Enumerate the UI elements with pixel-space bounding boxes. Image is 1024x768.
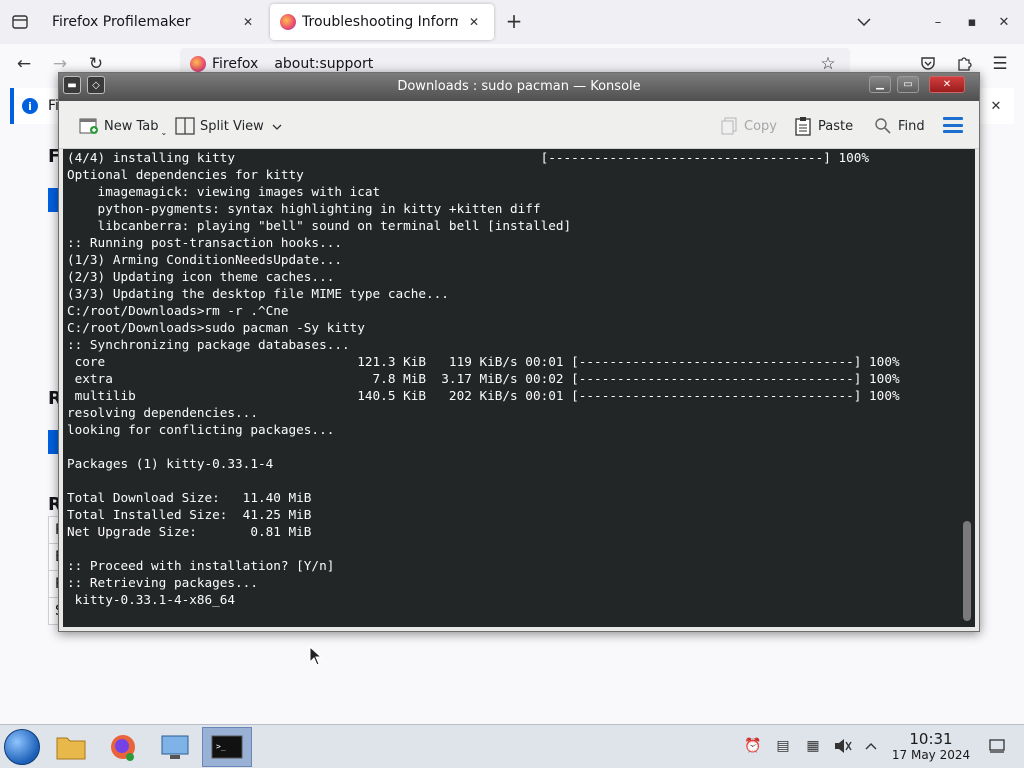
- firefox-taskbar-icon[interactable]: [98, 727, 148, 767]
- tab-profilemaker[interactable]: Firefox Profilemaker ✕: [42, 4, 268, 40]
- maximize-icon[interactable]: ▭: [897, 76, 919, 93]
- paste-button[interactable]: Paste: [793, 115, 853, 137]
- terminal-line: python-pygments: syntax highlighting in …: [67, 201, 541, 216]
- clock-date: 17 May 2024: [891, 748, 971, 762]
- maximize-icon[interactable]: ▪: [960, 10, 984, 34]
- new-tab-icon: [79, 117, 99, 135]
- terminal-line: kitty-0.33.1-4-x86_64: [67, 592, 236, 607]
- close-tab-icon[interactable]: ✕: [238, 12, 258, 32]
- terminal-line: Total Installed Size: 41.25 MiB: [67, 507, 312, 522]
- file-manager-icon[interactable]: [46, 727, 96, 767]
- list-all-tabs-icon[interactable]: [8, 10, 32, 34]
- terminal-line: (2/3) Updating icon theme caches...: [67, 269, 335, 284]
- terminal-line: :: Synchronizing package databases...: [67, 337, 350, 352]
- terminal-line: imagemagick: viewing images with icat: [67, 184, 381, 199]
- close-window-icon[interactable]: ✕: [929, 76, 965, 93]
- close-notification-icon[interactable]: ✕: [986, 96, 1006, 116]
- minimize-icon[interactable]: –: [926, 10, 950, 34]
- clipboard-tray-icon[interactable]: ▤: [774, 737, 792, 755]
- new-tab-label: New Tab: [104, 118, 159, 134]
- start-menu-button[interactable]: [4, 729, 40, 765]
- paste-label: Paste: [818, 118, 854, 134]
- tab-troubleshooting[interactable]: Troubleshooting Informat ✕: [270, 4, 494, 40]
- terminal-line: resolving dependencies...: [67, 405, 258, 420]
- back-arrow-icon[interactable]: ←: [12, 52, 36, 76]
- identity-label: Firefox: [212, 56, 259, 72]
- terminal-line: Net Upgrade Size: 0.81 MiB: [67, 524, 312, 539]
- document-tray-icon[interactable]: ▦: [804, 737, 822, 755]
- terminal-line: core 121.3 KiB 119 KiB/s 00:01 [--------…: [67, 354, 900, 369]
- hamburger-menu-icon[interactable]: [943, 117, 963, 133]
- terminal-line: (4/4) installing kitty [----------------…: [67, 150, 870, 165]
- app-menu-icon[interactable]: ☰: [988, 52, 1012, 76]
- terminal-view[interactable]: (4/4) installing kitty [----------------…: [63, 149, 975, 627]
- terminal-line: :: Retrieving packages...: [67, 575, 258, 590]
- paste-clipboard-icon: [793, 117, 813, 136]
- terminal-line: libcanberra: playing "bell" sound on ter…: [67, 218, 572, 233]
- konsole-window: ▬ ◇ Downloads : sudo pacman — Konsole ▁ …: [58, 72, 980, 632]
- window-title: Downloads : sudo pacman — Konsole: [397, 79, 641, 94]
- terminal-line: :: Running post-transaction hooks...: [67, 235, 342, 250]
- terminal-line: Optional dependencies for kitty: [67, 167, 304, 182]
- taskbar-clock[interactable]: 10:31 17 May 2024: [886, 730, 976, 763]
- copy-button[interactable]: Copy: [719, 115, 777, 137]
- find-label: Find: [898, 118, 925, 134]
- terminal-line: extra 7.8 MiB 3.17 MiB/s 00:02 [--------…: [67, 371, 900, 386]
- new-tab-plus-icon[interactable]: +: [502, 10, 526, 34]
- terminal-line: C:/root/Downloads>sudo pacman -Sy kitty: [67, 320, 365, 335]
- show-desktop-icon[interactable]: [988, 737, 1006, 755]
- copy-label: Copy: [744, 118, 777, 134]
- terminal-line: looking for conflicting packages...: [67, 422, 335, 437]
- terminal-scrollbar[interactable]: [963, 521, 971, 621]
- tab-label: Firefox Profilemaker: [52, 14, 191, 30]
- url-text[interactable]: about:support: [274, 56, 373, 72]
- browser-tab-strip: Firefox Profilemaker ✕ Troubleshooting I…: [0, 0, 1024, 44]
- chevron-up-icon[interactable]: [862, 737, 880, 755]
- mouse-pointer-icon: [309, 645, 323, 666]
- chevron-down-icon[interactable]: [272, 119, 282, 134]
- terminal-line: :: Proceed with installation? [Y/n]: [67, 558, 335, 573]
- dropdown-indicator-icon: ⌄: [160, 127, 168, 137]
- system-settings-icon[interactable]: [150, 727, 200, 767]
- alarm-clock-icon[interactable]: ⏰: [744, 737, 762, 755]
- volume-muted-icon[interactable]: [834, 737, 852, 755]
- terminal-line: multilib 140.5 KiB 202 KiB/s 00:01 [----…: [67, 388, 900, 403]
- konsole-toolbar: New Tab ⌄ Split View Copy Paste Find: [59, 101, 979, 149]
- terminal-output: (4/4) installing kitty [----------------…: [67, 149, 900, 608]
- split-view-button[interactable]: Split View: [175, 115, 282, 137]
- search-icon: [873, 117, 893, 135]
- terminal-line: C:/root/Downloads>rm -r .^Cne: [67, 303, 289, 318]
- firefox-favicon-icon: [280, 14, 296, 30]
- split-view-label: Split View: [200, 118, 264, 134]
- terminal-line: (3/3) Updating the desktop file MIME typ…: [67, 286, 449, 301]
- konsole-taskbar-icon[interactable]: >_: [202, 727, 252, 767]
- terminal-line: (1/3) Arming ConditionNeedsUpdate...: [67, 252, 342, 267]
- split-view-icon: [175, 117, 195, 135]
- taskbar: >_ ⏰ ▤ ▦ 10:31 17 May 2024: [0, 724, 1024, 768]
- svg-text:>_: >_: [216, 742, 226, 751]
- terminal-line: Packages (1) kitty-0.33.1-4: [67, 456, 274, 471]
- new-tab-button[interactable]: New Tab ⌄: [79, 115, 167, 137]
- konsole-titlebar[interactable]: ▬ ◇ Downloads : sudo pacman — Konsole ▁ …: [59, 73, 979, 101]
- copy-icon: [719, 117, 739, 135]
- minimize-icon[interactable]: ▁: [869, 76, 891, 93]
- info-icon: i: [22, 98, 38, 114]
- terminal-line: Total Download Size: 11.40 MiB: [67, 490, 312, 505]
- tab-label: Troubleshooting Informat: [302, 14, 458, 30]
- close-window-icon[interactable]: ✕: [992, 10, 1016, 34]
- firefox-identity-icon: [190, 56, 206, 72]
- find-button[interactable]: Find: [873, 115, 925, 137]
- close-tab-icon[interactable]: ✕: [464, 12, 484, 32]
- chevron-down-icon[interactable]: [852, 10, 876, 34]
- clock-time: 10:31: [909, 730, 953, 748]
